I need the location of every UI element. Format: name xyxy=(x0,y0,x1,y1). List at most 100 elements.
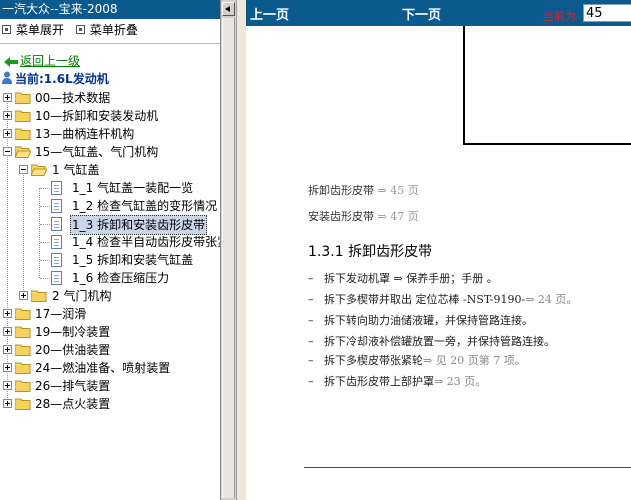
expand-icon[interactable] xyxy=(19,291,28,300)
expand-icon[interactable] xyxy=(3,381,12,390)
collapse-icon[interactable] xyxy=(19,165,28,174)
expand-icon[interactable] xyxy=(3,345,12,354)
menu-collapse-label: 菜单折叠 xyxy=(89,23,138,37)
tree-item-label: 26—排气装置 xyxy=(35,379,111,393)
previous-page-button[interactable]: 上一页 xyxy=(250,4,289,23)
tree-guide xyxy=(40,224,50,225)
folder-icon xyxy=(15,92,31,104)
expand-icon[interactable] xyxy=(3,363,12,372)
collapse-pane-arrow-icon[interactable] xyxy=(222,2,235,16)
splitter-edge xyxy=(220,0,221,500)
divider xyxy=(0,43,220,44)
pane-splitter[interactable] xyxy=(220,0,246,500)
tree-item-label: 1_1 气缸盖一装配一览 xyxy=(72,181,194,195)
step-text: 拆下转向助力油储液罐，并保持管路连接。 xyxy=(324,314,533,327)
back-link-label: 返回上一级 xyxy=(20,54,81,68)
expand-icon[interactable] xyxy=(3,327,12,336)
splitter-track[interactable] xyxy=(222,18,235,498)
tree-item[interactable]: 1_2 检查气缸盖的变形情况 xyxy=(0,197,220,215)
folder-icon xyxy=(15,110,31,122)
document-icon xyxy=(51,253,62,267)
tree-item[interactable]: 00—技术数据 xyxy=(0,89,220,107)
tree-item[interactable]: 28—点火装置 xyxy=(0,395,220,413)
tree-item[interactable]: 1 气缸盖 xyxy=(0,161,220,179)
document-icon xyxy=(51,217,62,231)
procedure-step: – 拆下多楔带并取出 定位芯棒 -NST-9190-⇒ 24 页。 xyxy=(308,291,577,307)
reference-line: 拆卸齿形皮带 ⇒ 45 页 xyxy=(308,182,419,198)
document-scrollbar[interactable] xyxy=(236,0,246,500)
tree-item-label: 1_6 检查压缩压力 xyxy=(72,271,170,285)
step-text: 拆下冷却液补偿罐放置一旁，并保持管路连接。 xyxy=(324,335,555,348)
step-text: 拆下多楔带并取出 定位芯棒 -NST-9190- xyxy=(324,293,526,306)
document-icon xyxy=(51,199,62,213)
current-location: 当前:1.6L发动机 xyxy=(2,70,109,87)
square-icon xyxy=(2,25,11,34)
folder-icon xyxy=(15,308,31,320)
tree-item-label: 1_4 检查半自动齿形皮带张紧 xyxy=(72,235,220,249)
tree-item[interactable]: 1_6 检查压缩压力 xyxy=(0,269,220,287)
tree-item[interactable]: 20—供油装置 xyxy=(0,341,220,359)
page-rule xyxy=(304,467,631,468)
document-page: 拆卸齿形皮带 ⇒ 45 页 安装齿形皮带 ⇒ 47 页 1.3.1 拆卸齿形皮带… xyxy=(246,26,631,500)
document-icon xyxy=(51,271,62,285)
reference-text: 拆卸齿形皮带 xyxy=(308,184,374,197)
current-location-label: 当前:1.6L发动机 xyxy=(15,72,109,86)
tree-item[interactable]: 15—气缸盖、气门机构 xyxy=(0,143,220,161)
tree-item-selected[interactable]: 1_3 拆卸和安装齿形皮带 xyxy=(0,215,220,235)
page-reference: ⇒ 见 20 页第 7 项。 xyxy=(423,354,526,367)
tree-item-label: 1_3 拆卸和安装齿形皮带 xyxy=(70,215,208,235)
tree-item[interactable]: 1_4 检查半自动齿形皮带张紧 xyxy=(0,233,220,251)
tree-item-label: 00—技术数据 xyxy=(35,91,111,105)
step-dash: – xyxy=(308,354,314,367)
folder-icon xyxy=(15,128,31,140)
tree-item-label: 1_2 检查气缸盖的变形情况 xyxy=(72,199,218,213)
tree-item[interactable]: 1_5 拆卸和安装气缸盖 xyxy=(0,251,220,269)
tree-item[interactable]: 1_1 气缸盖一装配一览 xyxy=(0,179,220,197)
menu-expand-button[interactable]: 菜单展开 xyxy=(2,19,64,41)
open-folder-icon xyxy=(15,146,31,158)
expand-icon[interactable] xyxy=(3,93,12,102)
person-icon xyxy=(2,71,12,84)
tree-item[interactable]: 19—制冷装置 xyxy=(0,323,220,341)
tree-item-label: 15—气缸盖、气门机构 xyxy=(35,145,159,159)
window-title: 一汽大众--宝来-2008 xyxy=(0,0,220,19)
procedure-step: – 拆下发动机罩 ⇒ 保养手册；手册 。 xyxy=(308,270,498,286)
tree-item-label: 19—制冷装置 xyxy=(35,325,111,339)
page-reference: ⇒ 24 页。 xyxy=(525,293,578,306)
tree-guide xyxy=(40,260,50,261)
tree-item-label: 20—供油装置 xyxy=(35,343,111,357)
page-reference: ⇒ 45 页 xyxy=(377,184,419,197)
figure-frame xyxy=(463,26,631,145)
procedure-step: – 拆下转向助力油储液罐，并保持管路连接。 xyxy=(308,312,533,328)
folder-icon xyxy=(15,362,31,374)
expand-icon[interactable] xyxy=(3,129,12,138)
tree-item[interactable]: 13—曲柄连杆机构 xyxy=(0,125,220,143)
collapse-icon[interactable] xyxy=(3,147,12,156)
tree-item-label: 10—拆卸和安装发动机 xyxy=(35,109,159,123)
tree-item-label: 24—燃油准备、喷射装置 xyxy=(35,361,171,375)
next-page-button[interactable]: 下一页 xyxy=(402,4,441,23)
step-dash: – xyxy=(308,293,314,306)
page-number-input[interactable] xyxy=(583,4,631,22)
tree-item[interactable]: 10—拆卸和安装发动机 xyxy=(0,107,220,125)
tree-item[interactable]: 24—燃油准备、喷射装置 xyxy=(0,359,220,377)
procedure-step: – 拆下多楔皮带张紧轮⇒ 见 20 页第 7 项。 xyxy=(308,352,526,368)
menu-collapse-button[interactable]: 菜单折叠 xyxy=(75,19,138,41)
expand-icon[interactable] xyxy=(3,111,12,120)
tree-guide xyxy=(40,242,50,243)
square-icon xyxy=(75,25,85,34)
tree-item-label: 2 气门机构 xyxy=(52,289,112,303)
back-link[interactable]: 返回上一级 xyxy=(4,52,80,69)
procedure-step: – 拆下冷却液补偿罐放置一旁，并保持管路连接。 xyxy=(308,333,555,349)
tree-item[interactable]: 26—排气装置 xyxy=(0,377,220,395)
tree-guide xyxy=(40,278,50,279)
menu-bar: 菜单展开 菜单折叠 xyxy=(0,19,220,41)
folder-icon xyxy=(15,344,31,356)
tree-item-label: 17—润滑 xyxy=(35,307,87,321)
procedure-step: – 拆下齿形皮带上部护罩⇒ 23 页。 xyxy=(308,373,486,389)
step-dash: – xyxy=(308,335,314,348)
tree-item[interactable]: 17—润滑 xyxy=(0,305,220,323)
expand-icon[interactable] xyxy=(3,399,12,408)
expand-icon[interactable] xyxy=(3,309,12,318)
tree-item[interactable]: 2 气门机构 xyxy=(0,287,220,305)
